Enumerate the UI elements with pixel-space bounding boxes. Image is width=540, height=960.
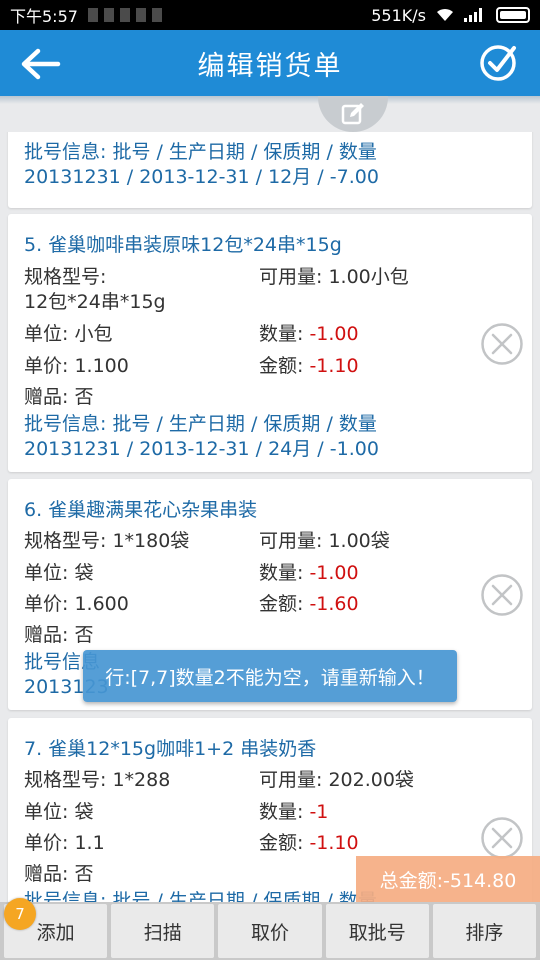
signal-icon: [464, 8, 482, 22]
item-gift: 赠品: 否: [24, 386, 94, 408]
status-bar: 下午5:57 551K/s: [0, 0, 540, 30]
batch-info-value: 20131231 / 2013-12-31 / 24月 / -1.00: [24, 438, 379, 460]
item-qty[interactable]: 数量: -1.00: [259, 319, 359, 346]
amount-value: -1.10: [309, 832, 359, 854]
item-unit: 单位: 小包: [24, 323, 113, 345]
qty-value: -1.00: [309, 323, 359, 345]
item-unit: 单位: 袋: [24, 562, 94, 584]
item-name: 5. 雀巢咖啡串装原味12包*24串*15g: [24, 234, 342, 256]
qty-label: 数量:: [259, 562, 304, 584]
get-batch-label: 取批号: [348, 921, 406, 944]
notification-icons: [87, 8, 168, 22]
list-item[interactable]: 5. 雀巢咖啡串装原味12包*24串*15g 规格型号: 12包*24串*15g…: [8, 214, 532, 472]
scan-button[interactable]: 扫描: [111, 904, 215, 958]
item-name: 7. 雀巢12*15g咖啡1+2 串装奶香: [24, 738, 317, 760]
item-available: 可用量: 1.00小包: [259, 266, 409, 288]
get-price-label: 取价: [251, 921, 290, 944]
amount-value: -1.60: [309, 593, 359, 615]
item-price: 单价: 1.600: [24, 593, 129, 615]
item-gift: 赠品: 否: [24, 863, 94, 885]
edit-icon: [341, 103, 364, 125]
header-shadow: [0, 96, 540, 104]
remove-circle-icon[interactable]: [480, 816, 524, 860]
sort-label: 排序: [465, 921, 504, 944]
toast-message: 行:[7,7]数量2不能为空，请重新输入！: [83, 650, 457, 702]
item-spec: 规格型号: 1*180袋: [24, 530, 190, 552]
item-qty[interactable]: 数量: -1.00: [259, 558, 359, 585]
item-amount: 金额: -1.10: [259, 828, 359, 855]
sort-button[interactable]: 排序: [432, 904, 537, 958]
remove-circle-icon[interactable]: [480, 573, 524, 617]
amount-value: -1.10: [309, 355, 359, 377]
scan-label: 扫描: [143, 921, 182, 944]
back-arrow-icon[interactable]: [18, 44, 62, 84]
batch-info-header: 批号信息: 批号 / 生产日期 / 保质期 / 数量: [24, 141, 377, 163]
page-title: 编辑销货单: [197, 50, 343, 82]
item-spec: 规格型号: 1*288: [24, 769, 171, 791]
qty-label: 数量:: [259, 323, 304, 345]
item-count-badge: 7: [4, 898, 36, 930]
get-price-button[interactable]: 取价: [218, 904, 322, 958]
amount-label: 金额:: [259, 355, 304, 377]
app-header: 编辑销货单: [0, 30, 540, 96]
item-available: 可用量: 1.00袋: [259, 530, 390, 552]
network-speed: 551K/s: [371, 5, 426, 25]
item-price: 单价: 1.1: [24, 832, 105, 854]
batch-info-value: 20131231 / 2013-12-31 / 12月 / -7.00: [24, 166, 379, 188]
item-price: 单价: 1.100: [24, 355, 129, 377]
item-qty[interactable]: 数量: -1: [259, 797, 328, 824]
item-unit: 单位: 袋: [24, 801, 94, 823]
item-spec-value: 12包*24串*15g: [24, 291, 166, 313]
qty-label: 数量:: [259, 801, 304, 823]
qty-value: -1: [309, 801, 329, 823]
check-circle-icon[interactable]: [478, 42, 518, 82]
edit-toggle[interactable]: [318, 96, 388, 132]
total-amount: 总金额:-514.80: [356, 856, 540, 902]
status-time: 下午5:57: [10, 7, 78, 26]
item-spec: 规格型号:: [24, 266, 107, 288]
add-label: 添加: [36, 921, 75, 944]
item-gift: 赠品: 否: [24, 624, 94, 646]
wifi-icon: [437, 8, 453, 21]
remove-circle-icon[interactable]: [480, 322, 524, 366]
get-batch-button[interactable]: 取批号: [325, 904, 429, 958]
qty-value: -1.00: [309, 562, 359, 584]
item-name: 6. 雀巢趣满果花心杂果串装: [24, 499, 258, 521]
amount-label: 金额:: [259, 593, 304, 615]
list-item[interactable]: 批号信息: 批号 / 生产日期 / 保质期 / 数量 20131231 / 20…: [8, 132, 532, 208]
battery-icon: [496, 7, 530, 23]
amount-label: 金额:: [259, 832, 304, 854]
item-amount: 金额: -1.60: [259, 589, 359, 616]
item-list[interactable]: 批号信息: 批号 / 生产日期 / 保质期 / 数量 20131231 / 20…: [0, 132, 540, 902]
item-amount: 金额: -1.10: [259, 351, 359, 378]
item-available: 可用量: 202.00袋: [259, 769, 414, 791]
batch-info-header: 批号信息: 批号 / 生产日期 / 保质期 / 数量: [24, 413, 377, 435]
bottom-toolbar: 添加 扫描 取价 取批号 排序: [0, 902, 540, 960]
batch-info-header: 批号信息: 批号 / 生产日期 / 保质期 / 数量: [24, 890, 377, 902]
